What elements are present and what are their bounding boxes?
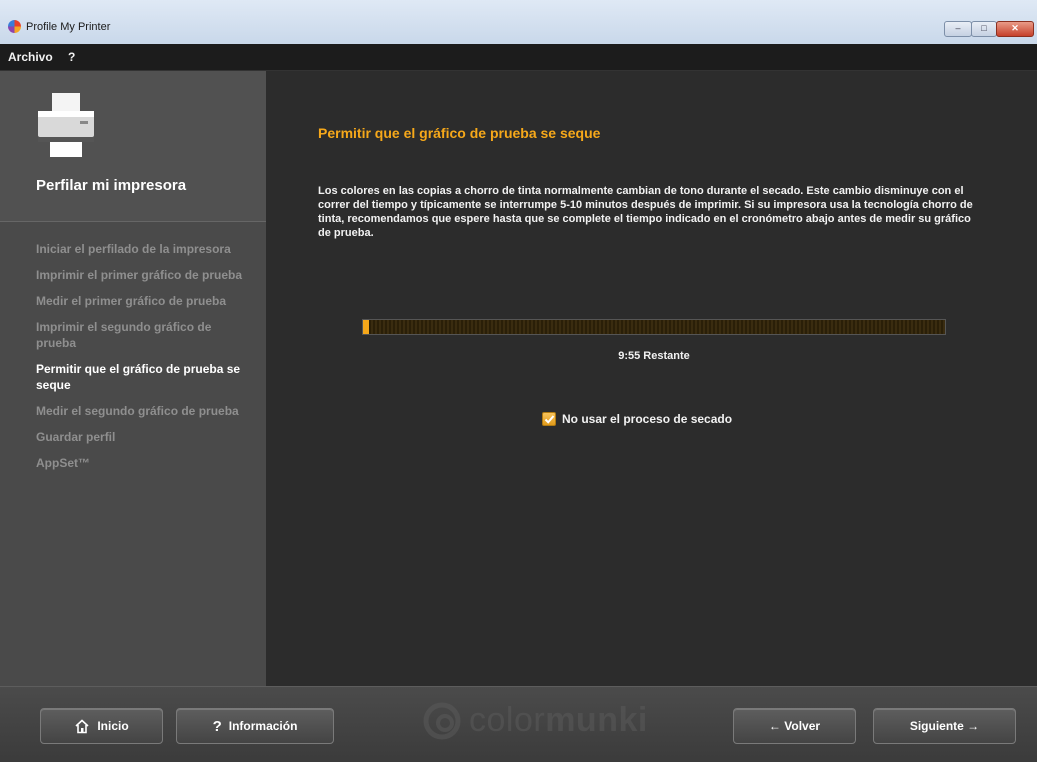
next-label: Siguiente → (909, 719, 980, 733)
minimize-button[interactable]: – (944, 21, 972, 37)
menu-bar: Archivo ? (0, 44, 1037, 71)
drying-progress-bar (362, 319, 946, 335)
brand-light: color (469, 701, 546, 739)
skip-drying-option[interactable]: No usar el proceso de secado (542, 412, 732, 426)
step-measure-first-chart: Medir el primer gráfico de prueba (36, 294, 227, 308)
home-button[interactable]: Inicio (40, 708, 163, 744)
title-bar: Profile My Printer – □ ✕ (0, 0, 1037, 44)
checkmark-icon (544, 415, 555, 424)
app-icon (8, 20, 21, 33)
steps-list: Iniciar el perfilado de la impresora Imp… (36, 241, 251, 481)
sidebar-title: Perfilar mi impresora (36, 177, 187, 194)
step-appset: AppSet™ (36, 456, 90, 470)
sidebar: Perfilar mi impresora Iniciar el perfila… (0, 71, 266, 686)
skip-drying-label: No usar el proceso de secado (562, 412, 733, 426)
sidebar-header: Perfilar mi impresora (0, 71, 266, 222)
close-button[interactable]: ✕ (996, 21, 1034, 37)
brand-bold: munki (545, 701, 648, 739)
page-description: Los colores en las copias a chorro de ti… (318, 185, 973, 239)
info-button[interactable]: ? Información (176, 708, 334, 744)
time-remaining: 9:55 Restante (618, 350, 690, 362)
app-window: Profile My Printer – □ ✕ Archivo ? Perfi… (0, 0, 1037, 762)
step-start-profiling: Iniciar el perfilado de la impresora (36, 242, 231, 256)
home-icon (75, 718, 89, 733)
colormunki-logo: colormunki (423, 701, 648, 740)
home-label: Inicio (97, 719, 129, 733)
window-title: Profile My Printer (26, 21, 111, 33)
maximize-button[interactable]: □ (971, 21, 997, 37)
step-measure-second-chart: Medir el segundo gráfico de prueba (36, 404, 239, 418)
printer-icon (38, 93, 94, 157)
skip-drying-checkbox[interactable] (542, 412, 556, 426)
progress-fill (363, 320, 369, 334)
page-title: Permitir que el gráfico de prueba se seq… (318, 125, 601, 141)
footer-bar: Inicio ? Información colormunki ← Volver… (0, 686, 1037, 762)
colormunki-logo-icon (423, 702, 461, 739)
step-print-first-chart: Imprimir el primer gráfico de prueba (36, 268, 243, 282)
step-save-profile: Guardar perfil (36, 430, 116, 444)
brand-wordmark: colormunki (469, 701, 648, 740)
back-button[interactable]: ← Volver (733, 708, 856, 744)
info-label: Información (228, 719, 298, 733)
main-panel: Permitir que el gráfico de prueba se seq… (266, 71, 1037, 686)
menu-help[interactable]: ? (68, 50, 75, 64)
next-button[interactable]: Siguiente → (873, 708, 1016, 744)
step-allow-drying: Permitir que el gráfico de prueba se seq… (36, 362, 241, 392)
menu-archivo[interactable]: Archivo (8, 50, 53, 64)
question-icon: ? (212, 717, 222, 735)
back-label: ← Volver (768, 719, 821, 733)
step-print-second-chart: Imprimir el segundo gráfico de prueba (36, 320, 212, 350)
